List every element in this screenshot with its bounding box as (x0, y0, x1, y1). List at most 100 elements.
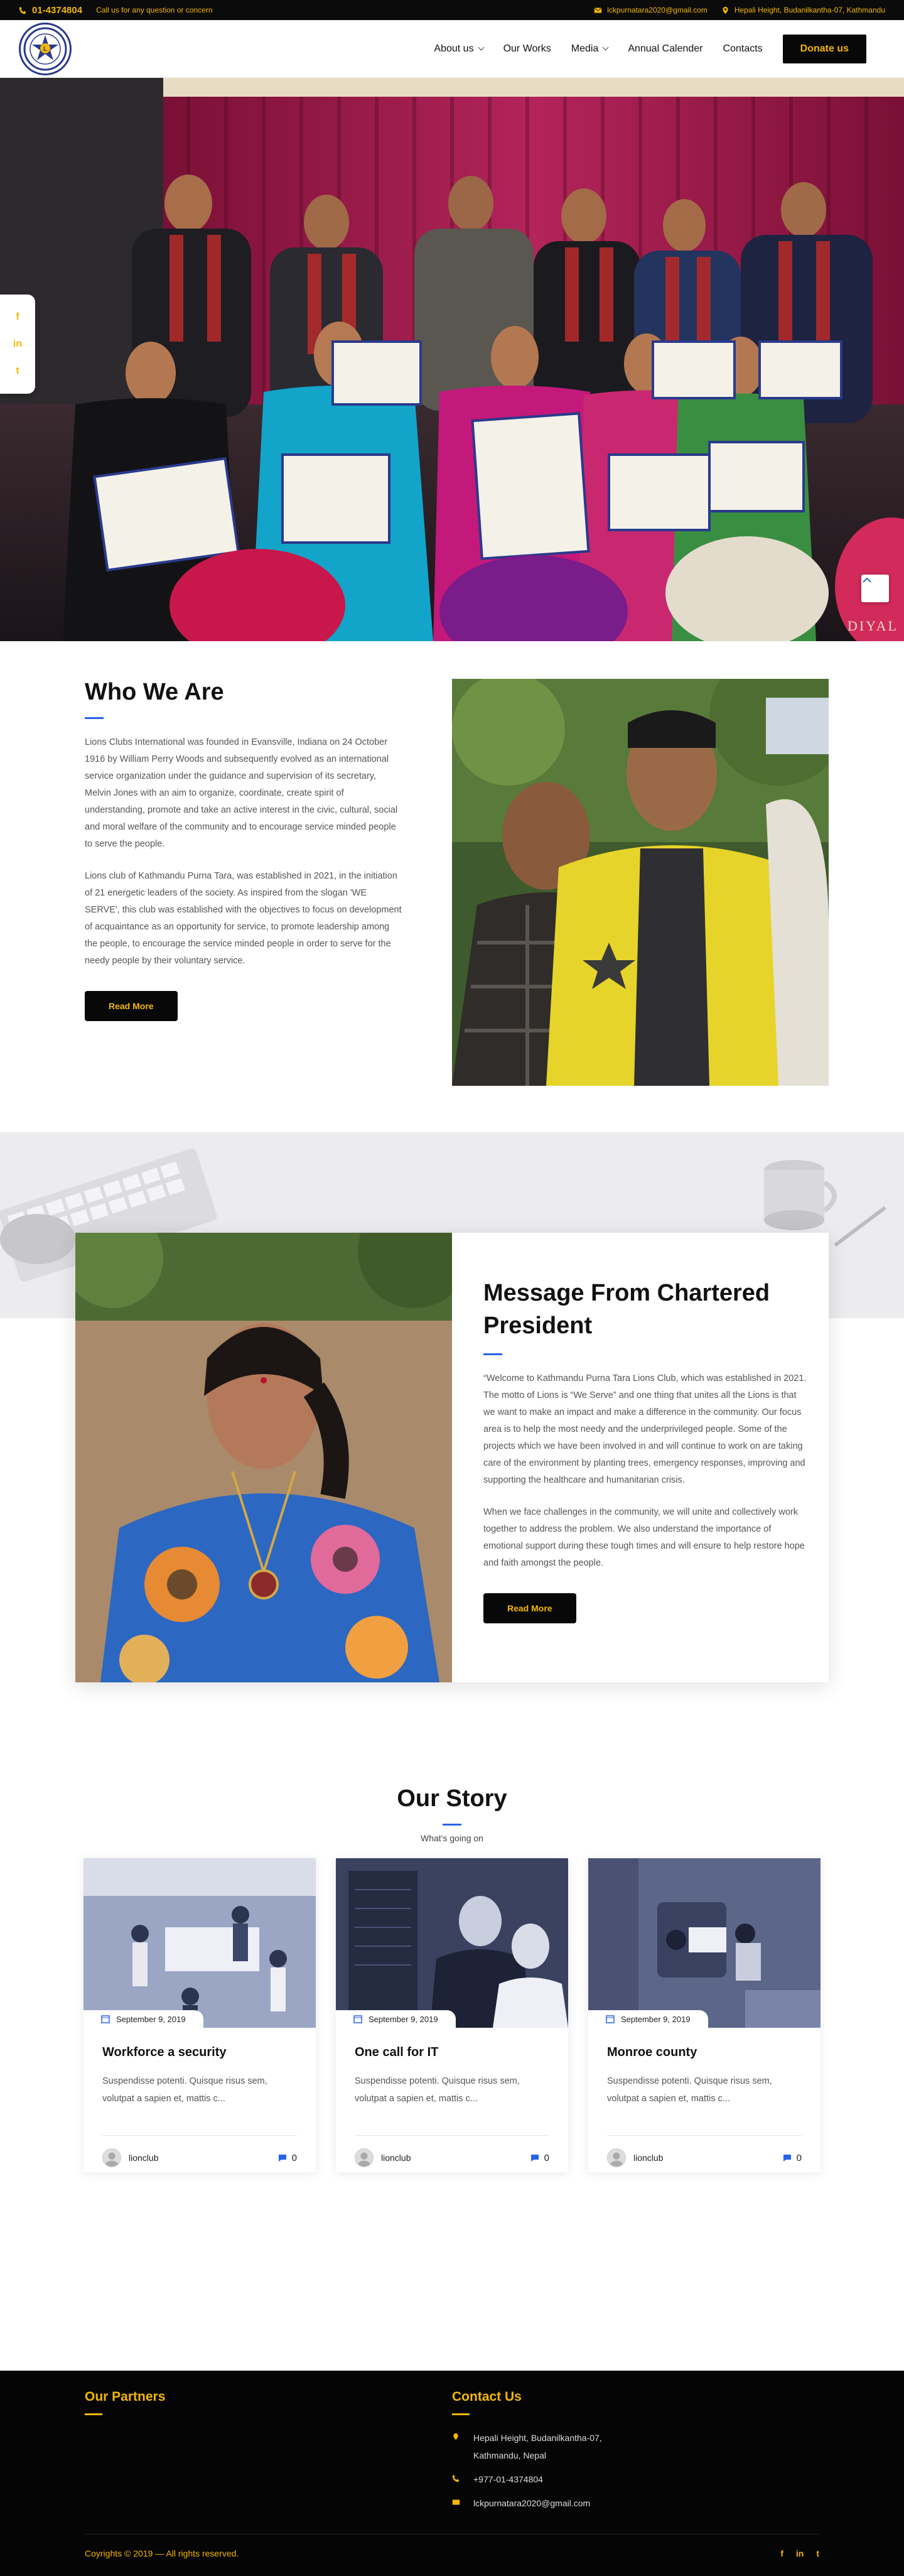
donate-button[interactable]: Donate us (782, 34, 866, 63)
nav-annual-calender[interactable]: Annual Calender (628, 43, 702, 55)
footer-phone[interactable]: +977-01-4374804 (452, 2470, 819, 2488)
comment-icon (278, 2155, 286, 2162)
story-card-image[interactable]: September 9, 2019 (336, 1858, 568, 2028)
who-para-2: Lions club of Kathmandu Purna Tara, was … (85, 871, 402, 966)
story-card[interactable]: September 9, 2019 Monroe county Suspendi… (588, 1858, 821, 2172)
top-phone-link[interactable]: 01-4374804 (19, 5, 82, 16)
post-author[interactable]: lionclub (355, 2148, 411, 2167)
post-date-text: September 9, 2019 (369, 2014, 438, 2024)
footer-address: Hepali Height, Budanilkantha-07, Kathman… (452, 2429, 819, 2464)
comment-icon (530, 2155, 539, 2162)
nav-our-works[interactable]: Our Works (503, 43, 551, 55)
story-card-body: Workforce a security Suspendisse potenti… (83, 2028, 316, 2185)
story-cards: September 9, 2019 Workforce a security S… (0, 1858, 904, 2172)
author-name: lionclub (129, 2153, 159, 2163)
top-bar: 01-4374804 Call us for any question or c… (0, 0, 904, 20)
top-bar-left: 01-4374804 Call us for any question or c… (19, 5, 213, 16)
post-comments[interactable]: 0 (278, 2153, 297, 2163)
nav-media-label: Media (571, 43, 599, 54)
who-read-more-button[interactable]: Read More (85, 991, 178, 1021)
partners-title: Our Partners (85, 2389, 166, 2404)
footer-email[interactable]: lckpurnatara2020@gmail.com (452, 2494, 819, 2512)
who-para-1: Lions Clubs International was founded in… (85, 737, 398, 849)
footer-social: f in t (780, 2548, 819, 2558)
post-footer: lionclub 0 (355, 2135, 549, 2167)
footer-underline (85, 2413, 102, 2415)
scroll-to-top-button[interactable] (861, 575, 889, 602)
post-comments[interactable]: 0 (530, 2153, 549, 2163)
post-date: September 9, 2019 (336, 2010, 456, 2028)
footer-contact: Contact Us Hepali Height, Budanilkantha-… (452, 2389, 819, 2518)
post-title[interactable]: One call for IT (355, 2045, 549, 2060)
avatar (355, 2148, 374, 2167)
message-para-1: “Welcome to Kathmandu Purna Tara Lions C… (483, 1373, 807, 1485)
post-excerpt: Suspendisse potenti. Quisque risus sem, … (355, 2076, 520, 2104)
post-author[interactable]: lionclub (102, 2148, 158, 2167)
main-nav: About us Our Works Media Annual Calender… (434, 34, 866, 63)
site-footer: Our Partners Contact Us Hepali Height, B… (0, 2371, 904, 2576)
story-card-body: One call for IT Suspendisse potenti. Qui… (336, 2028, 568, 2185)
post-title[interactable]: Workforce a security (102, 2045, 297, 2060)
title-underline (483, 1353, 502, 1355)
calendar-icon (606, 2015, 615, 2023)
location-icon (723, 6, 728, 14)
chevron-down-icon (602, 44, 609, 51)
post-date-text: September 9, 2019 (116, 2014, 186, 2024)
comment-count: 0 (291, 2152, 297, 2163)
post-author[interactable]: lionclub (607, 2148, 663, 2167)
top-email-link[interactable]: lckpurnatara2020@gmail.com (594, 6, 708, 14)
our-story-section: Our Story What's going on September 9, 2… (0, 1773, 904, 2371)
president-photo (75, 1233, 452, 1682)
facebook-icon[interactable]: f (780, 2548, 783, 2558)
who-we-are-title: Who We Are (85, 679, 224, 705)
hero-photo: DIYAL (0, 78, 904, 641)
nav-media[interactable]: Media (571, 43, 609, 55)
footer-partners: Our Partners (85, 2389, 452, 2518)
story-card[interactable]: September 9, 2019 Workforce a security S… (83, 1858, 316, 2172)
top-address: Hepali Height, Budanilkantha-07, Kathman… (721, 6, 885, 14)
twitter-icon[interactable]: t (816, 2548, 819, 2558)
post-footer: lionclub 0 (607, 2135, 802, 2167)
comment-icon (783, 2155, 791, 2162)
hero-banner: DIYAL f in t (0, 78, 904, 641)
post-title[interactable]: Monroe county (607, 2045, 802, 2060)
footer-columns: Our Partners Contact Us Hepali Height, B… (85, 2389, 819, 2518)
twitter-icon[interactable]: t (16, 365, 19, 377)
post-date-text: September 9, 2019 (621, 2014, 691, 2024)
story-card[interactable]: September 9, 2019 One call for IT Suspen… (336, 1858, 568, 2172)
mail-icon (594, 7, 602, 13)
who-we-are-section: Who We Are Lions Clubs International was… (0, 641, 904, 1132)
facebook-icon[interactable]: f (16, 311, 19, 323)
footer-underline (452, 2413, 470, 2415)
post-comments[interactable]: 0 (783, 2153, 802, 2163)
linkedin-icon[interactable]: in (13, 338, 22, 350)
top-email-text: lckpurnatara2020@gmail.com (607, 6, 708, 14)
top-address-text: Hepali Height, Budanilkantha-07, Kathman… (734, 6, 885, 14)
post-excerpt: Suspendisse potenti. Quisque risus sem, … (607, 2076, 772, 2104)
who-we-are-photo (452, 679, 829, 1086)
nav-contacts[interactable]: Contacts (723, 43, 763, 55)
post-excerpt: Suspendisse potenti. Quisque risus sem, … (102, 2076, 267, 2104)
location-icon (452, 2429, 461, 2464)
svg-text:DIYAL: DIYAL (848, 618, 898, 634)
title-underline (85, 717, 104, 719)
author-name: lionclub (633, 2153, 664, 2163)
floating-social-bar: f in t (0, 295, 35, 394)
copyright: Coyrights © 2019 — All rights reserved. (85, 2548, 239, 2558)
story-card-image[interactable]: September 9, 2019 (83, 1858, 316, 2028)
site-logo[interactable]: L (19, 22, 72, 75)
story-subtitle: What's going on (421, 1833, 483, 1843)
comment-count: 0 (544, 2152, 549, 2163)
story-card-image[interactable]: September 9, 2019 (588, 1858, 821, 2028)
post-date: September 9, 2019 (588, 2010, 708, 2028)
linkedin-icon[interactable]: in (796, 2548, 804, 2558)
chevron-down-icon (478, 44, 485, 51)
nav-about[interactable]: About us (434, 43, 485, 55)
lions-emblem-icon: L (23, 27, 67, 70)
message-read-more-button[interactable]: Read More (483, 1593, 576, 1623)
post-date: September 9, 2019 (83, 2010, 203, 2028)
story-card-body: Monroe county Suspendisse potenti. Quisq… (588, 2028, 821, 2185)
nav-works-label: Our Works (503, 43, 551, 54)
calendar-icon (101, 2015, 110, 2023)
footer-phone-text: +977-01-4374804 (473, 2474, 543, 2484)
